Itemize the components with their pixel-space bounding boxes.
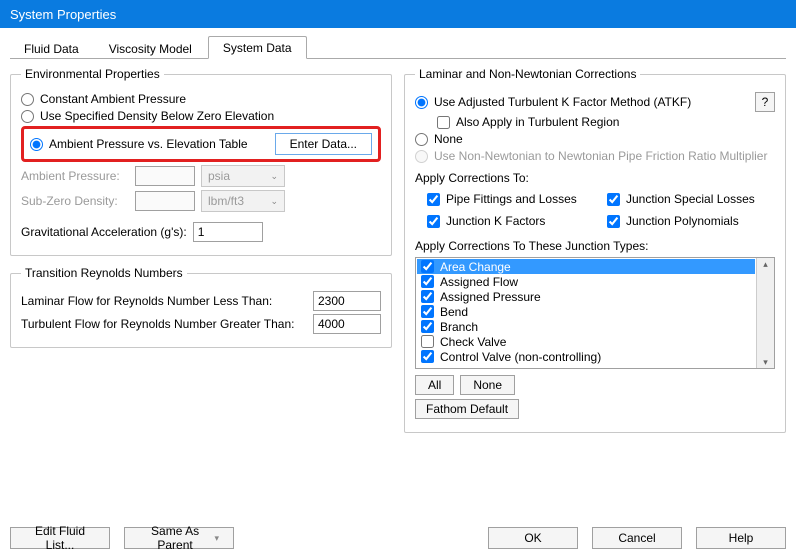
list-item[interactable]: Check Valve (417, 334, 755, 349)
check-also-turbulent[interactable]: Also Apply in Turbulent Region (437, 115, 775, 129)
subzero-density-unit: lbm/ft3 ⌄ (201, 190, 285, 212)
legend-environmental: Environmental Properties (21, 67, 164, 81)
check-junction-poly[interactable]: Junction Polynomials (607, 214, 775, 228)
turbulent-input[interactable] (313, 314, 381, 334)
tab-fluid-data[interactable]: Fluid Data (10, 38, 93, 59)
label-turbulent: Turbulent Flow for Reynolds Number Great… (21, 317, 307, 331)
tab-viscosity-model[interactable]: Viscosity Model (95, 38, 206, 59)
all-button[interactable]: All (415, 375, 454, 395)
list-item[interactable]: Area Change (417, 259, 755, 274)
list-item[interactable]: Bend (417, 304, 755, 319)
fathom-default-button[interactable]: Fathom Default (415, 399, 519, 419)
scroll-down-icon[interactable]: ▾ (763, 356, 768, 368)
radio-specified-density[interactable]: Use Specified Density Below Zero Elevati… (21, 109, 381, 123)
radio-nn-ratio-input (415, 150, 428, 163)
subzero-density-input (135, 191, 195, 211)
help-atkf-button[interactable]: ? (755, 92, 775, 112)
chevron-down-icon: ▾ (214, 533, 219, 544)
enter-data-button[interactable]: Enter Data... (275, 133, 372, 155)
junction-types-listbox[interactable]: Area ChangeAssigned FlowAssigned Pressur… (415, 257, 775, 369)
title-bar: System Properties (0, 0, 796, 28)
radio-atkf-input[interactable] (415, 96, 428, 109)
same-as-parent-button[interactable]: Same As Parent ▾ (124, 527, 234, 549)
radio-constant-ambient-input[interactable] (21, 93, 34, 106)
list-item[interactable]: Assigned Pressure (417, 289, 755, 304)
ambient-pressure-unit: psia ⌄ (201, 165, 285, 187)
radio-nn-ratio: Use Non-Newtonian to Newtonian Pipe Fric… (415, 149, 775, 163)
label-grav: Gravitational Acceleration (g's): (21, 225, 187, 239)
highlight-ambient-table: Ambient Pressure vs. Elevation Table Ent… (21, 126, 381, 162)
label-junction-types: Apply Corrections To These Junction Type… (415, 239, 775, 253)
list-item[interactable]: Assigned Flow (417, 274, 755, 289)
check-junction-k[interactable]: Junction K Factors (427, 214, 595, 228)
label-laminar: Laminar Flow for Reynolds Number Less Th… (21, 294, 307, 308)
legend-laminar-corrections: Laminar and Non-Newtonian Corrections (415, 67, 640, 81)
list-item[interactable]: Branch (417, 319, 755, 334)
chevron-down-icon: ⌄ (270, 171, 278, 182)
check-junction-special[interactable]: Junction Special Losses (607, 192, 775, 206)
legend-reynolds: Transition Reynolds Numbers (21, 266, 187, 280)
radio-none-input[interactable] (415, 133, 428, 146)
group-environmental: Environmental Properties Constant Ambien… (10, 67, 392, 256)
radio-atkf[interactable]: Use Adjusted Turbulent K Factor Method (… (415, 95, 749, 109)
edit-fluid-list-button[interactable]: Edit Fluid List... (10, 527, 110, 549)
cancel-button[interactable]: Cancel (592, 527, 682, 549)
ok-button[interactable]: OK (488, 527, 578, 549)
radio-none[interactable]: None (415, 132, 775, 146)
radio-specified-density-input[interactable] (21, 110, 34, 123)
scroll-up-icon[interactable]: ▴ (763, 258, 768, 270)
window-title: System Properties (10, 7, 116, 22)
label-apply-to: Apply Corrections To: (415, 171, 775, 185)
group-reynolds: Transition Reynolds Numbers Laminar Flow… (10, 266, 392, 348)
radio-ambient-table-input[interactable] (30, 138, 43, 151)
laminar-input[interactable] (313, 291, 381, 311)
check-also-turbulent-input[interactable] (437, 116, 450, 129)
tab-system-data[interactable]: System Data (208, 36, 307, 59)
ambient-pressure-input (135, 166, 195, 186)
chevron-down-icon: ⌄ (270, 196, 278, 207)
dialog-footer: Edit Fluid List... Same As Parent ▾ OK C… (10, 527, 786, 549)
grav-input[interactable] (193, 222, 263, 242)
label-ambient-pressure: Ambient Pressure: (21, 169, 129, 183)
check-pipe-fittings[interactable]: Pipe Fittings and Losses (427, 192, 595, 206)
list-item[interactable]: Control Valve (non-controlling) (417, 349, 755, 364)
radio-constant-ambient[interactable]: Constant Ambient Pressure (21, 92, 381, 106)
help-button[interactable]: Help (696, 527, 786, 549)
none-button[interactable]: None (460, 375, 515, 395)
scrollbar[interactable]: ▴ ▾ (756, 258, 774, 368)
radio-ambient-table[interactable]: Ambient Pressure vs. Elevation Table (30, 137, 248, 151)
group-laminar-corrections: Laminar and Non-Newtonian Corrections Us… (404, 67, 786, 433)
tab-strip: Fluid Data Viscosity Model System Data (10, 34, 786, 59)
label-subzero-density: Sub-Zero Density: (21, 194, 129, 208)
